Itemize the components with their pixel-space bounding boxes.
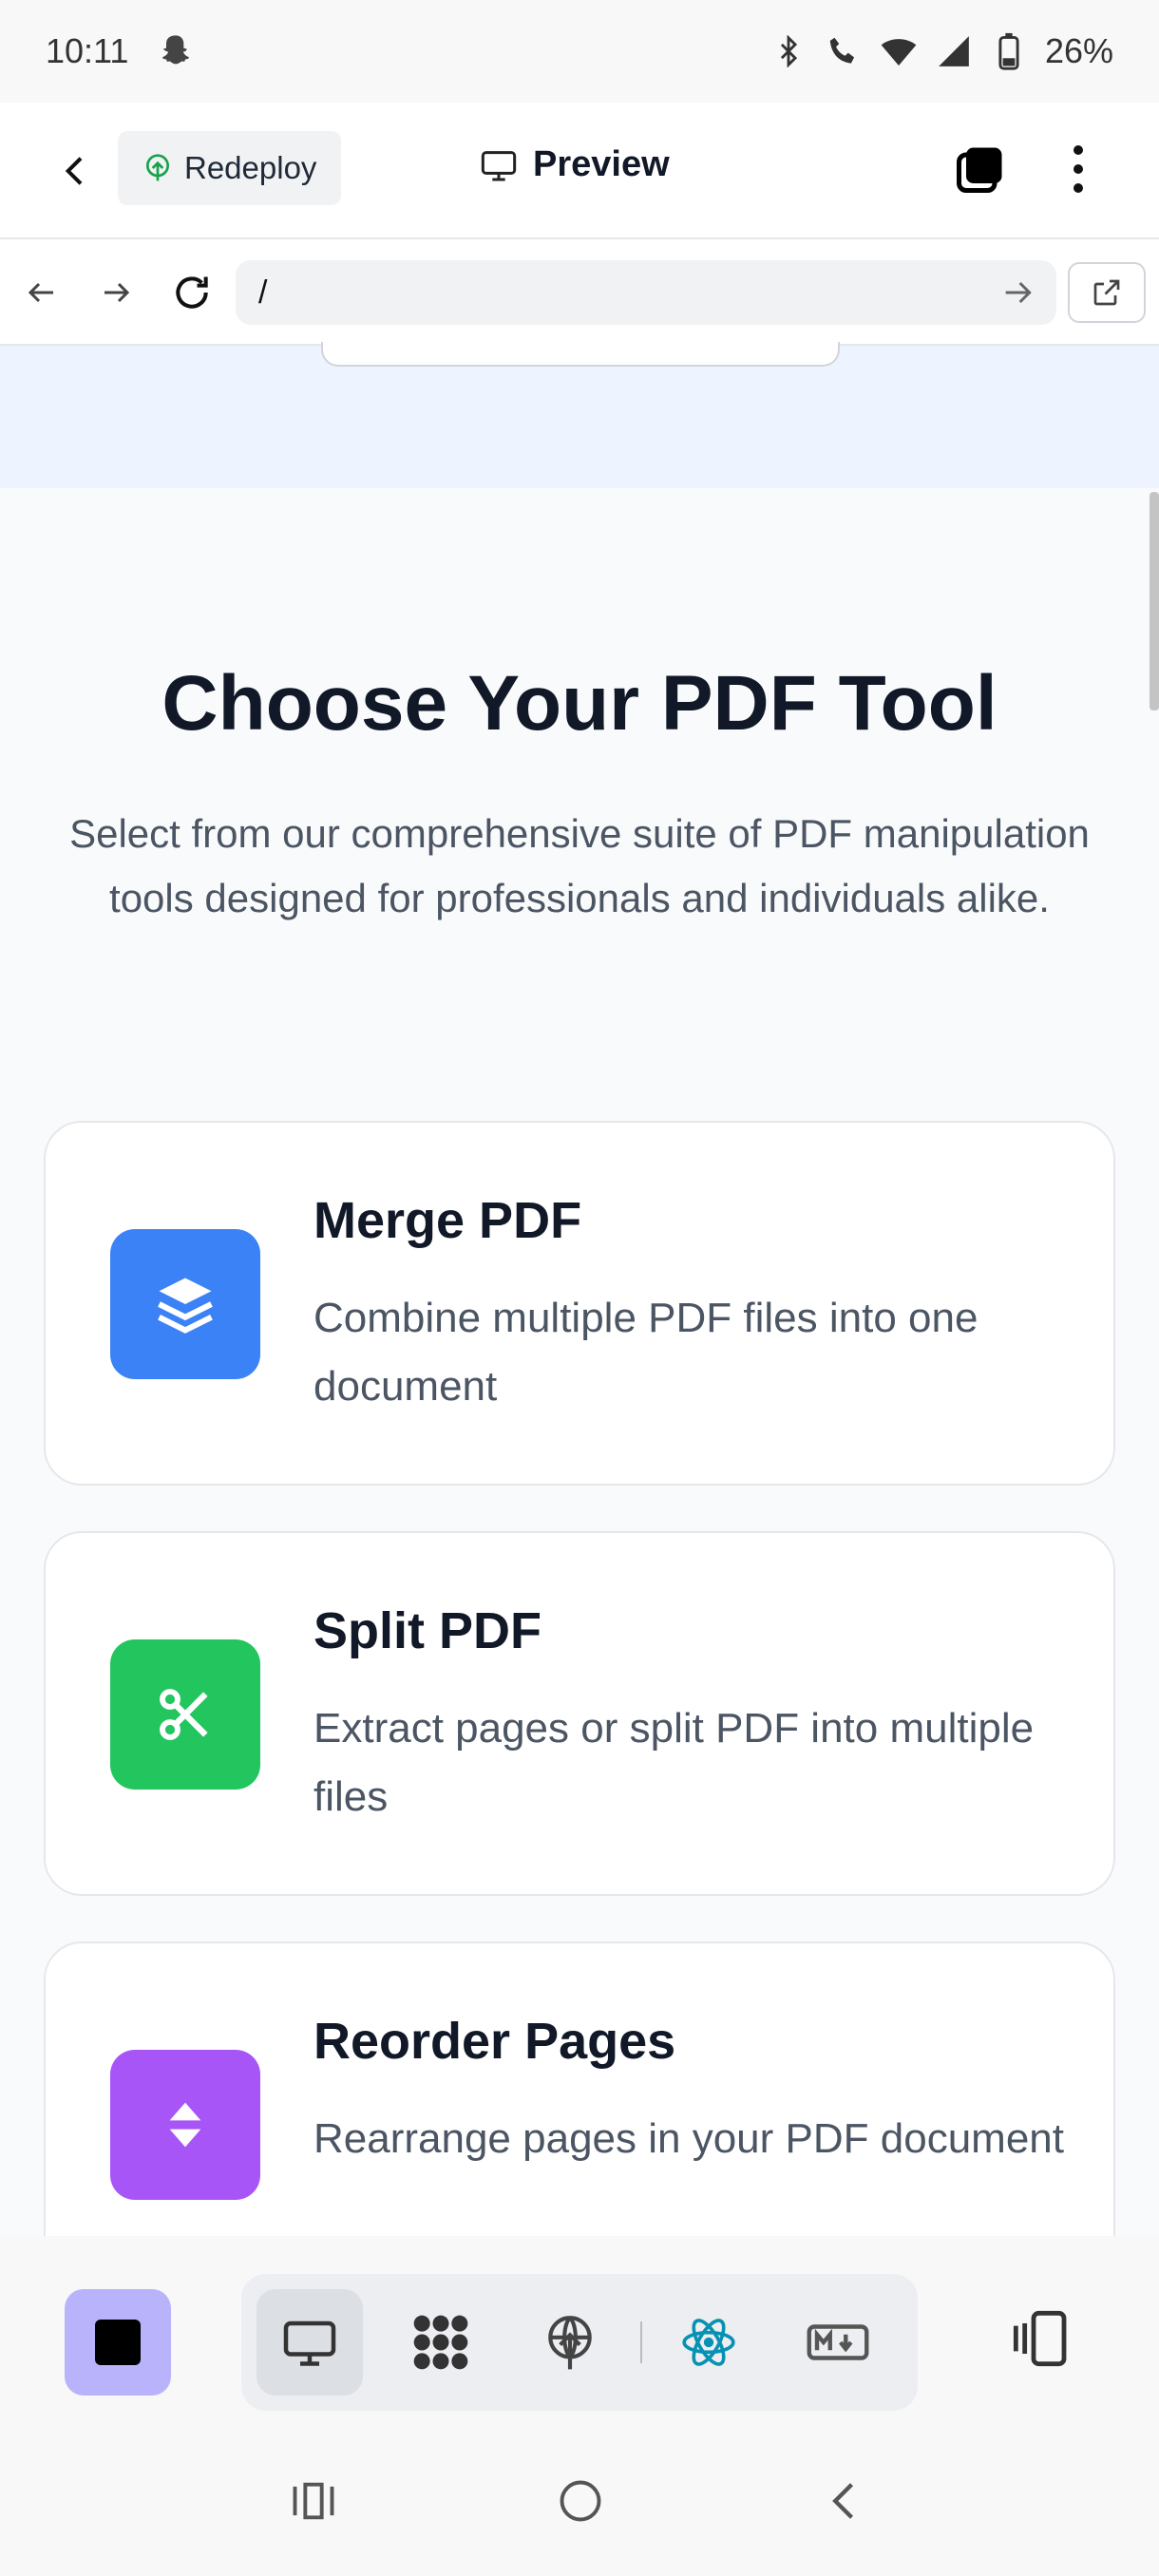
desktop-icon <box>283 2320 336 2366</box>
open-external-button[interactable] <box>1068 262 1146 323</box>
dot-icon <box>1074 164 1083 174</box>
tool-card-merge[interactable]: Merge PDF Combine multiple PDF files int… <box>44 1121 1115 1486</box>
tool-description: Rearrange pages in your PDF document <box>314 2115 1064 2162</box>
tool-title: Reorder Pages <box>314 2013 676 2070</box>
arrow-left-icon <box>28 282 53 303</box>
tool-title: Split PDF <box>314 1602 542 1659</box>
snapchat-icon <box>157 32 195 70</box>
view-switcher <box>241 2274 918 2411</box>
wifi-icon <box>880 32 918 70</box>
stop-square-icon <box>95 2320 141 2365</box>
home-circle-icon <box>560 2480 601 2522</box>
url-input[interactable]: / <box>236 260 1056 325</box>
section-title: Choose Your PDF Tool <box>162 660 998 747</box>
reload-icon <box>176 276 208 309</box>
stop-button[interactable] <box>65 2289 171 2396</box>
code-view-button[interactable] <box>388 2289 494 2396</box>
markdown-icon <box>807 2324 869 2360</box>
bottom-toolbar <box>0 2236 1159 2440</box>
device-toggle-button[interactable] <box>1007 2304 1075 2373</box>
redeploy-button[interactable]: Redeploy <box>118 131 342 205</box>
tool-description: Extract pages or split PDF into multiple… <box>314 1705 1035 1820</box>
chevron-left-icon <box>65 157 83 185</box>
tool-description: Combine multiple PDF files into one docu… <box>314 1295 978 1410</box>
deploy-icon <box>548 2316 592 2370</box>
back-button[interactable] <box>49 144 103 198</box>
react-icon <box>682 2319 735 2366</box>
nav-forward-button[interactable] <box>89 266 142 319</box>
layers-icon <box>110 1229 260 1379</box>
deploy-icon <box>146 154 169 181</box>
hero-button-partial[interactable] <box>321 342 840 367</box>
system-back-button[interactable] <box>812 2468 879 2534</box>
reload-button[interactable] <box>165 266 218 319</box>
redeploy-label: Redeploy <box>184 150 317 185</box>
section-subtitle: Select from our comprehensive suite of P… <box>69 811 1090 920</box>
url-bar: / <box>0 239 1159 346</box>
recents-icon <box>293 2482 334 2520</box>
scissors-icon <box>110 1639 260 1790</box>
bluetooth-icon <box>770 32 808 70</box>
preview-title: Preview <box>480 144 670 185</box>
dot-icon <box>1074 183 1083 193</box>
more-menu-button[interactable] <box>1054 141 1102 198</box>
arrow-right-icon <box>104 282 130 303</box>
status-time: 10:11 <box>46 31 129 70</box>
tool-title: Merge PDF <box>314 1192 582 1249</box>
monitor-icon <box>481 150 517 180</box>
hero-section <box>0 342 1159 488</box>
system-nav-bar <box>0 2426 1159 2576</box>
preview-label: Preview <box>533 144 670 184</box>
nav-back-button[interactable] <box>15 266 68 319</box>
responsive-icon <box>1013 2310 1067 2367</box>
sort-icon <box>110 2050 260 2200</box>
tool-card-split[interactable]: Split PDF Extract pages or split PDF int… <box>44 1531 1115 1896</box>
tabs-button[interactable] <box>952 141 1009 198</box>
battery-icon <box>990 32 1028 70</box>
grid-icon <box>413 2315 468 2370</box>
dot-icon <box>1074 145 1083 155</box>
home-button[interactable] <box>547 2468 614 2534</box>
chevron-left-icon <box>832 2483 854 2519</box>
tool-card-reorder[interactable]: Reorder Pages Rearrange pages in your PD… <box>44 1941 1115 2236</box>
deploy-view-button[interactable] <box>517 2289 623 2396</box>
app-header: Redeploy Preview <box>0 103 1159 239</box>
signal-icon <box>935 32 973 70</box>
recents-button[interactable] <box>280 2468 347 2534</box>
toolbar-divider <box>640 2321 642 2363</box>
status-bar: 10:11 26% <box>0 0 1159 103</box>
battery-percent: 26% <box>1044 31 1113 70</box>
markdown-view-button[interactable] <box>785 2289 891 2396</box>
tools-section: Choose Your PDF Tool Select from our com… <box>0 488 1159 2236</box>
desktop-view-button[interactable] <box>256 2289 363 2396</box>
external-link-icon <box>1093 279 1120 306</box>
wifi-call-icon <box>825 32 863 70</box>
go-arrow-icon[interactable] <box>999 274 1037 312</box>
react-view-button[interactable] <box>656 2289 762 2396</box>
url-text: / <box>258 274 268 311</box>
stacked-squares-icon <box>957 147 1002 193</box>
